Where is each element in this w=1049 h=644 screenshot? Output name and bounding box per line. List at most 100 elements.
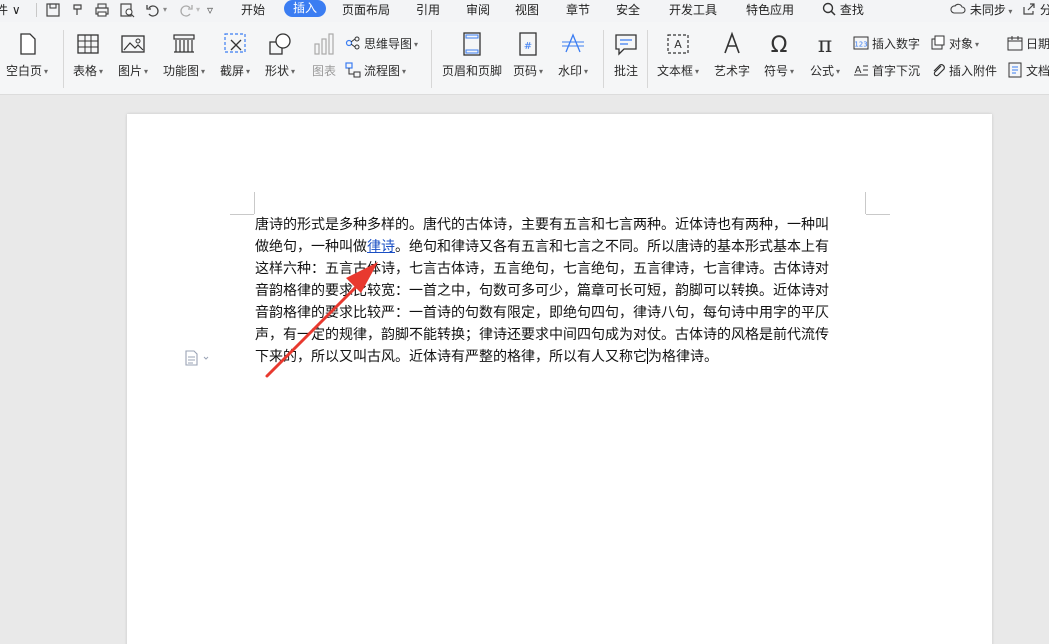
undo-icon[interactable] [145, 2, 161, 18]
symbol-button[interactable]: Ω 符号 ▾ [764, 30, 794, 79]
calendar-icon [1007, 35, 1023, 51]
formula-button[interactable]: π 公式 ▾ [810, 30, 840, 79]
paragraph-icon [185, 350, 209, 366]
header-footer-button[interactable]: 页眉和页脚 [442, 30, 502, 79]
tab-developer[interactable]: 开发工具 [669, 0, 717, 22]
share-label: 分 [1039, 3, 1049, 17]
picture-icon [119, 30, 147, 58]
comment-icon [612, 30, 640, 58]
function-chart-button[interactable]: 功能图 ▾ [163, 30, 205, 79]
flowchart-icon [345, 62, 361, 78]
omega-icon: Ω [765, 30, 793, 58]
tab-review[interactable]: 审阅 [466, 0, 490, 22]
document-page[interactable] [127, 114, 992, 644]
table-icon [74, 30, 102, 58]
shape-icon [266, 30, 294, 58]
crop-mark [866, 214, 890, 215]
flowchart-button[interactable]: 流程图 ▾ [345, 62, 406, 80]
bar-chart-icon [310, 30, 338, 58]
picture-button[interactable]: 图片 ▾ [118, 30, 148, 79]
search-icon [822, 2, 840, 17]
customize-toolbar-icon[interactable]: ▿ [207, 0, 213, 22]
doc-parts-button[interactable]: 文档 [1007, 62, 1049, 80]
mindmap-button[interactable]: 思维导图 ▾ [345, 35, 418, 53]
save-icon[interactable] [45, 2, 61, 18]
text-line: 音韵格律的要求比较严：一首诗的句数有限定，即绝句四句，律诗八句，每句诗中用字的平… [255, 305, 829, 321]
tab-security[interactable]: 安全 [616, 0, 640, 22]
page-number-icon: # [514, 30, 542, 58]
divider [647, 30, 648, 88]
search-button[interactable]: 查找 [822, 0, 864, 22]
svg-text:A: A [674, 38, 682, 51]
paragraph-layout-button[interactable] [184, 350, 210, 366]
symbol-label: 符号 [764, 64, 789, 78]
date-label: 日期 [1026, 37, 1049, 51]
comment-button[interactable]: 批注 [612, 30, 640, 79]
tab-page-layout[interactable]: 页面布局 [342, 0, 390, 22]
tab-insert[interactable]: 插入 [284, 0, 327, 17]
text-segment: 。绝句和律诗又各有五言和七言之不同。所以唐诗的基本形式基本上有 [395, 239, 829, 255]
search-label: 查找 [839, 3, 864, 17]
drop-cap-button[interactable]: A 首字下沉 [853, 62, 920, 80]
mindmap-label: 思维导图 [364, 37, 413, 51]
sync-status[interactable]: 未同步 ▾ [950, 0, 1012, 20]
crop-mark [254, 192, 255, 214]
tab-home[interactable]: 开始 [241, 0, 265, 22]
text-line: 下来的，所以又叫古风。近体诗有严整的格律，所以有人又称它为格律诗。 [255, 346, 867, 368]
document-body[interactable]: 唐诗的形式是多种多样的。唐代的古体诗，主要有五言和七言两种。近体诗也有两种，一种… [255, 214, 867, 368]
drop-cap-icon: A [853, 62, 869, 78]
file-menu[interactable]: 件 ∨ [0, 0, 21, 22]
tab-special-apps[interactable]: 特色应用 [746, 0, 794, 22]
share-icon [1022, 3, 1040, 17]
wordart-label: 艺术字 [714, 64, 751, 78]
chevron-down-icon: ▾ [402, 66, 407, 76]
chevron-down-icon: ▾ [539, 67, 544, 76]
page-number-button[interactable]: # 页码 ▾ [513, 30, 543, 79]
blank-page-icon [13, 30, 41, 58]
watermark-button[interactable]: 水印 ▾ [558, 30, 588, 79]
text-segment: 下来的，所以又叫古风。近体诗有严整的格律，所以有人又称它 [255, 349, 647, 365]
attachment-button[interactable]: 插入附件 [930, 62, 997, 80]
print-preview-icon[interactable] [119, 2, 135, 18]
attachment-label: 插入附件 [949, 64, 998, 78]
format-painter-icon[interactable] [70, 2, 86, 18]
watermark-label: 水印 [558, 64, 583, 78]
wordart-button[interactable]: 艺术字 [714, 30, 750, 79]
redo-icon[interactable] [178, 2, 194, 18]
date-button[interactable]: 日期 [1007, 35, 1049, 53]
mindmap-icon [345, 35, 361, 51]
text-line: 做绝句，一种叫做律诗。绝句和律诗又各有五言和七言之不同。所以唐诗的基本形式基本上… [255, 236, 867, 258]
chevron-down-icon: ▾ [975, 39, 980, 49]
text-segment: 为格律诗。 [648, 349, 718, 365]
svg-text:Ω: Ω [771, 33, 788, 58]
screenshot-button[interactable]: 截屏 ▾ [220, 30, 250, 79]
menu-bar: 件 ∨ ▾ ▾ ▿ 开始 插入 页面布局 引用 审阅 视图 章节 安全 开发工具… [0, 0, 1049, 22]
text-segment: 做绝句，一种叫做 [255, 239, 367, 255]
chevron-down-icon: ▾ [584, 67, 589, 76]
redo-dropdown-icon[interactable]: ▾ [196, 0, 200, 22]
text-line: 音韵格律的要求比较宽：一首之中，句数可多可少，篇章可长可短，韵脚可以转换。近体诗… [255, 283, 829, 299]
hyperlink-lvshi[interactable]: 律诗 [367, 239, 395, 255]
shape-button[interactable]: 形状 ▾ [265, 30, 295, 79]
tab-section[interactable]: 章节 [566, 0, 590, 22]
print-icon[interactable] [94, 2, 110, 18]
blank-page-button[interactable]: 空白页 ▾ [6, 30, 48, 79]
table-button[interactable]: 表格 ▾ [73, 30, 103, 79]
undo-dropdown-icon[interactable]: ▾ [163, 0, 167, 22]
table-label: 表格 [73, 64, 98, 78]
chart-button[interactable]: 图表 [310, 30, 338, 79]
textbox-button[interactable]: A 文本框 ▾ [657, 30, 699, 79]
tab-view[interactable]: 视图 [515, 0, 539, 22]
insert-ribbon: 空白页 ▾ 表格 ▾ 图片 ▾ 功能图 ▾ 截屏 ▾ 形状 ▾ 图表 思维导图 … [0, 22, 1049, 95]
object-button[interactable]: 对象 ▾ [930, 35, 979, 53]
function-chart-icon [170, 30, 198, 58]
share-button[interactable]: 分 [1022, 0, 1049, 22]
tab-references[interactable]: 引用 [416, 0, 440, 22]
crop-mark [865, 192, 866, 214]
insert-number-button[interactable]: 123 插入数字 [853, 35, 920, 53]
flowchart-label: 流程图 [364, 64, 401, 78]
shape-label: 形状 [265, 64, 290, 78]
chevron-down-icon: ▾ [291, 67, 296, 76]
svg-text:123: 123 [854, 41, 867, 49]
svg-text:A: A [855, 65, 862, 76]
